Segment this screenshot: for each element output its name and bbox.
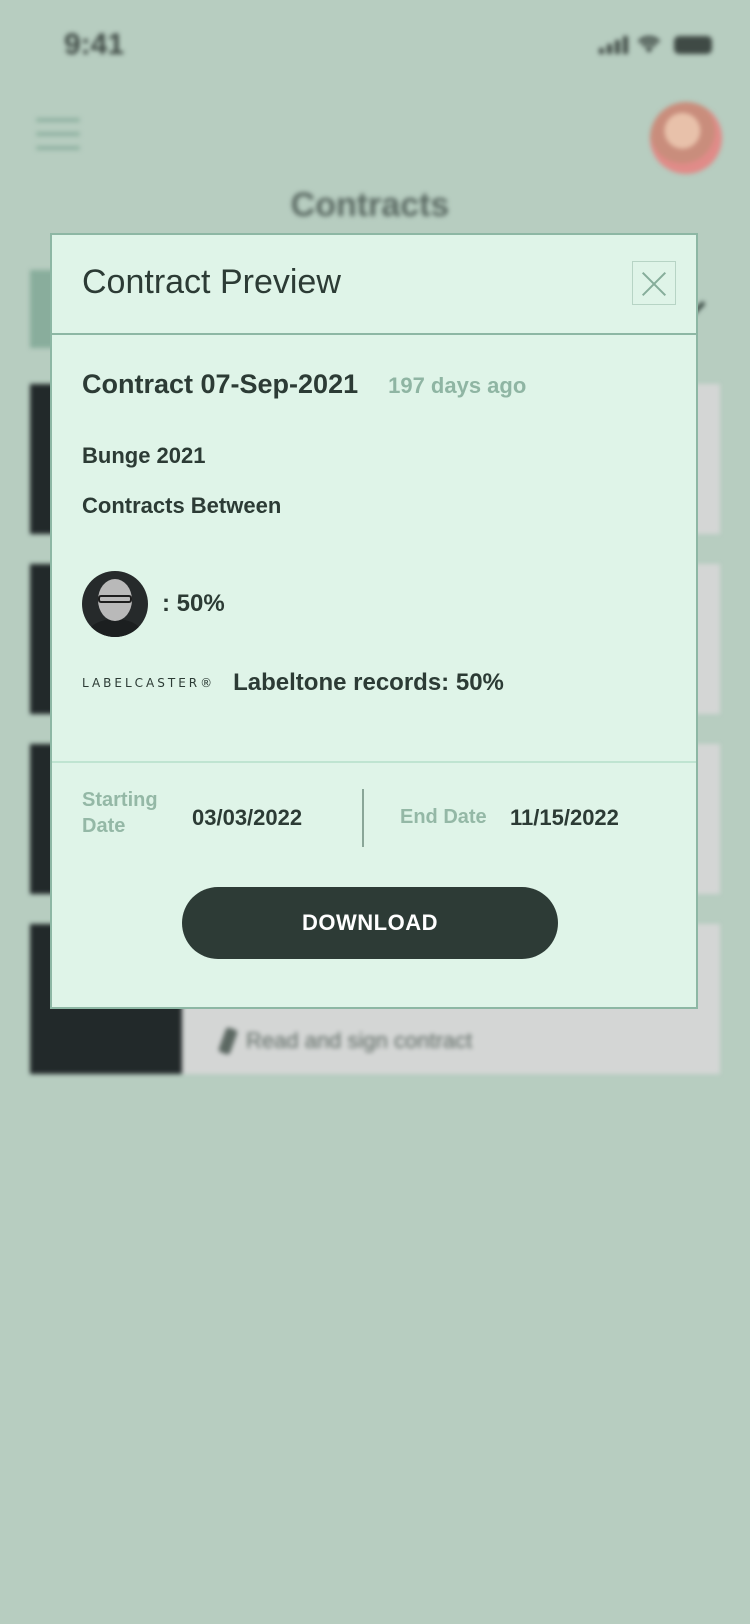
status-icons [599, 34, 712, 54]
battery-icon [674, 36, 712, 54]
company-share: Labeltone records: 50% [233, 669, 504, 696]
sign-contract-label: Read and sign contract [246, 1028, 473, 1053]
party-company: LABELCASTER® Labeltone records: 50% [82, 669, 504, 697]
contract-preview-modal: Contract Preview Contract 07-Sep-2021 19… [50, 233, 698, 1009]
labelcaster-logo: LABELCASTER® [82, 676, 216, 690]
end-date-label: End Date [400, 806, 487, 828]
sign-contract-link[interactable]: Read and sign contract [217, 1026, 473, 1056]
modal-title: Contract Preview [82, 263, 341, 301]
date-row: Starting Date 03/03/2022 End Date 11/15/… [82, 787, 670, 847]
wifi-icon [636, 34, 662, 54]
signal-icon [599, 36, 628, 54]
contract-name: Contract 07-Sep-2021 [82, 369, 359, 399]
end-date-value: 11/15/2022 [510, 805, 619, 830]
profile-avatar[interactable] [650, 102, 722, 174]
date-separator [362, 789, 364, 847]
menu-icon[interactable] [36, 118, 80, 160]
divider [52, 761, 696, 763]
close-button[interactable] [632, 261, 676, 305]
contract-age: 197 days ago [388, 373, 527, 398]
status-time: 9:41 [64, 28, 125, 61]
starting-date-value: 03/03/2022 [192, 805, 303, 830]
person-avatar [82, 571, 148, 637]
person-share: : 50% [162, 590, 225, 617]
party-name: Bunge 2021 [82, 443, 206, 468]
party-person: : 50% [82, 571, 225, 637]
contracts-between-label: Contracts Between [82, 493, 282, 518]
page-title: Contracts [290, 186, 450, 224]
modal-header: Contract Preview [52, 235, 696, 335]
download-button[interactable]: DOWNLOAD [182, 887, 558, 959]
contract-heading: Contract 07-Sep-2021 197 days ago [82, 369, 526, 400]
starting-date-label: Starting Date [82, 789, 158, 837]
